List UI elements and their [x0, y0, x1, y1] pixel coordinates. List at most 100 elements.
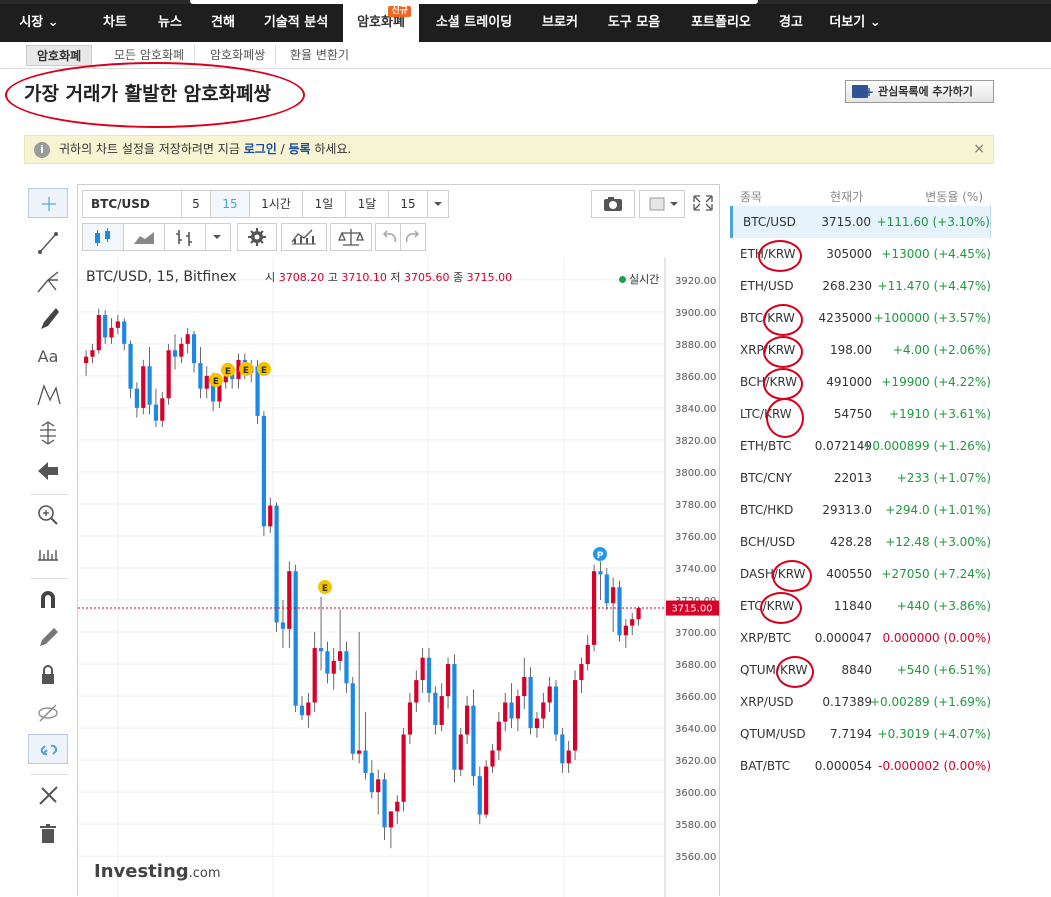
quote-row[interactable]: BTC/HKD 29313.0 +294.0 (+1.01%) [730, 494, 991, 526]
quote-row[interactable]: ETH/KRW 305000 +13000 (+4.45%) [730, 238, 991, 270]
quote-row[interactable]: BAT/BTC 0.000054 -0.000002 (0.00%) [730, 750, 991, 782]
quote-row[interactable]: XRP/USD 0.17389 +0.00289 (+1.69%) [730, 686, 991, 718]
arrow-left-icon[interactable] [28, 456, 68, 486]
interval-1d[interactable]: 1일 [302, 190, 346, 218]
subtab-all-crypto[interactable]: 모든 암호화폐 [104, 45, 196, 66]
quote-symbol[interactable]: BAT/BTC [740, 750, 790, 782]
quote-row[interactable]: DASH/KRW 400550 +27050 (+7.24%) [730, 558, 991, 590]
quote-symbol[interactable]: ETC/KRW [740, 590, 794, 622]
quote-row[interactable]: BCH/USD 428.28 +12.48 (+3.00%) [730, 526, 991, 558]
nav-tools[interactable]: 도구 모음 [596, 4, 672, 42]
quote-symbol[interactable]: ETH/BTC [740, 430, 791, 462]
nav-portfolio[interactable]: 포트폴리오 [678, 4, 764, 42]
add-to-watchlist-button[interactable]: 관심목록에 추가하기 [845, 80, 994, 103]
pattern-icon[interactable] [28, 380, 68, 410]
quote-row[interactable]: LTC/KRW 54750 +1910 (+3.61%) [730, 398, 991, 430]
interval-1m[interactable]: 1달 [345, 190, 389, 218]
quote-symbol[interactable]: BTC/HKD [740, 494, 793, 526]
camera-icon[interactable] [591, 190, 635, 218]
quote-price: 0.17389 [822, 695, 872, 709]
subtab-converter[interactable]: 환율 변환기 [280, 45, 359, 66]
quote-symbol[interactable]: QTUM/KRW [740, 654, 808, 686]
measure-icon[interactable] [28, 418, 68, 448]
quote-row[interactable]: BTC/KRW 4235000 +100000 (+3.57%) [730, 302, 991, 334]
quote-symbol[interactable]: BCH/USD [740, 526, 795, 558]
candle-body [160, 398, 165, 421]
chart-type-dropdown[interactable] [205, 223, 231, 251]
y-tick-label: 3600.00 [675, 788, 716, 799]
candle-body [484, 766, 489, 815]
quote-symbol[interactable]: BTC/USD [743, 206, 796, 238]
quote-row[interactable]: XRP/BTC 0.000047 0.000000 (0.00%) [730, 622, 991, 654]
quote-symbol[interactable]: XRP/KRW [740, 334, 795, 366]
ruler-icon[interactable] [28, 538, 68, 568]
area-chart-icon[interactable] [123, 223, 165, 251]
quote-symbol[interactable]: BTC/KRW [740, 302, 795, 334]
brush-icon[interactable] [28, 304, 68, 334]
nav-crypto[interactable]: 암호화폐 신규 [343, 4, 419, 42]
quote-row[interactable]: BTC/USD 3715.00 +111.60 (+3.10%) [730, 206, 991, 238]
candle-body [268, 505, 273, 527]
bars-icon[interactable] [164, 223, 206, 251]
color-picker[interactable] [639, 190, 685, 218]
nav-social-trading[interactable]: 소셜 트레이딩 [424, 4, 524, 42]
quote-row[interactable]: BTC/CNY 22013 +233 (+1.07%) [730, 462, 991, 494]
quote-symbol[interactable]: XRP/USD [740, 686, 793, 718]
quote-symbol[interactable]: ETH/USD [740, 270, 794, 302]
interval-1h[interactable]: 1시간 [249, 190, 303, 218]
compare-icon[interactable] [330, 223, 372, 251]
redo-icon[interactable] [400, 223, 426, 251]
candles-icon[interactable] [82, 223, 124, 251]
trendline-icon[interactable] [28, 228, 68, 258]
subtab-crypto[interactable]: 암호화폐 [26, 45, 93, 66]
zoom-icon[interactable] [28, 500, 68, 530]
close-icon[interactable]: × [973, 136, 985, 163]
indicators-icon[interactable] [281, 223, 327, 251]
quote-symbol[interactable]: DASH/KRW [740, 558, 806, 590]
register-link[interactable]: 등록 [288, 142, 310, 156]
nav-alerts[interactable]: 경고 [768, 4, 814, 42]
quote-symbol[interactable]: XRP/BTC [740, 622, 791, 654]
settings-icon[interactable] [237, 223, 277, 251]
undo-icon[interactable] [375, 223, 401, 251]
crosshair-icon[interactable] [28, 188, 68, 218]
nav-technical[interactable]: 기술적 분석 [251, 4, 341, 42]
magnet-icon[interactable] [28, 584, 68, 614]
quote-symbol[interactable]: BTC/CNY [740, 462, 792, 494]
text-tool-icon[interactable]: Aa [28, 342, 68, 372]
nav-markets[interactable]: 시장 ⌄ [14, 4, 64, 42]
interval-select[interactable]: 15 [388, 190, 428, 218]
nav-charts[interactable]: 차트 [90, 4, 140, 42]
lock-icon[interactable] [28, 660, 68, 690]
nav-news[interactable]: 뉴스 [145, 4, 195, 42]
quote-symbol[interactable]: BCH/KRW [740, 366, 797, 398]
symbol-input[interactable]: BTC/USD [82, 190, 182, 218]
quote-row[interactable]: ETH/USD 268.230 +11.470 (+4.47%) [730, 270, 991, 302]
quote-symbol[interactable]: LTC/KRW [740, 398, 792, 430]
interval-5m[interactable]: 5 [181, 190, 211, 218]
interval-dropdown[interactable] [427, 190, 449, 218]
quote-row[interactable]: QTUM/USD 7.7194 +0.3019 (+4.07%) [730, 718, 991, 750]
link-icon[interactable] [28, 734, 68, 764]
login-link[interactable]: 로그인 [244, 142, 277, 156]
quote-row[interactable]: BCH/KRW 491000 +19900 (+4.22%) [730, 366, 991, 398]
nav-brokers[interactable]: 브로커 [530, 4, 590, 42]
trash-icon[interactable] [28, 818, 68, 848]
subtab-crypto-pairs[interactable]: 암호화폐쌍 [200, 45, 277, 66]
quote-row[interactable]: QTUM/KRW 8840 +540 (+6.51%) [730, 654, 991, 686]
quote-symbol[interactable]: QTUM/USD [740, 718, 806, 750]
interval-15m[interactable]: 15 [210, 190, 250, 218]
hide-icon[interactable] [28, 698, 68, 728]
quote-row[interactable]: XRP/KRW 198.00 +4.00 (+2.06%) [730, 334, 991, 366]
settings-tools-icon[interactable] [28, 780, 68, 810]
candle-body [185, 334, 190, 344]
nav-opinion[interactable]: 견해 [198, 4, 248, 42]
quote-symbol[interactable]: ETH/KRW [740, 238, 796, 270]
pencil-icon[interactable] [28, 622, 68, 652]
fullscreen-icon[interactable] [688, 190, 718, 218]
nav-more[interactable]: 더보기 ⌄ [822, 4, 888, 42]
pitchfork-icon[interactable] [28, 266, 68, 296]
quote-row[interactable]: ETH/BTC 0.072149 +0.000899 (+1.26%) [730, 430, 991, 462]
price-chart[interactable]: 3920.00 3900.00 3880.00 3860.00 3840.00 3820.… [78, 257, 719, 897]
quote-row[interactable]: ETC/KRW 11840 +440 (+3.86%) [730, 590, 991, 622]
